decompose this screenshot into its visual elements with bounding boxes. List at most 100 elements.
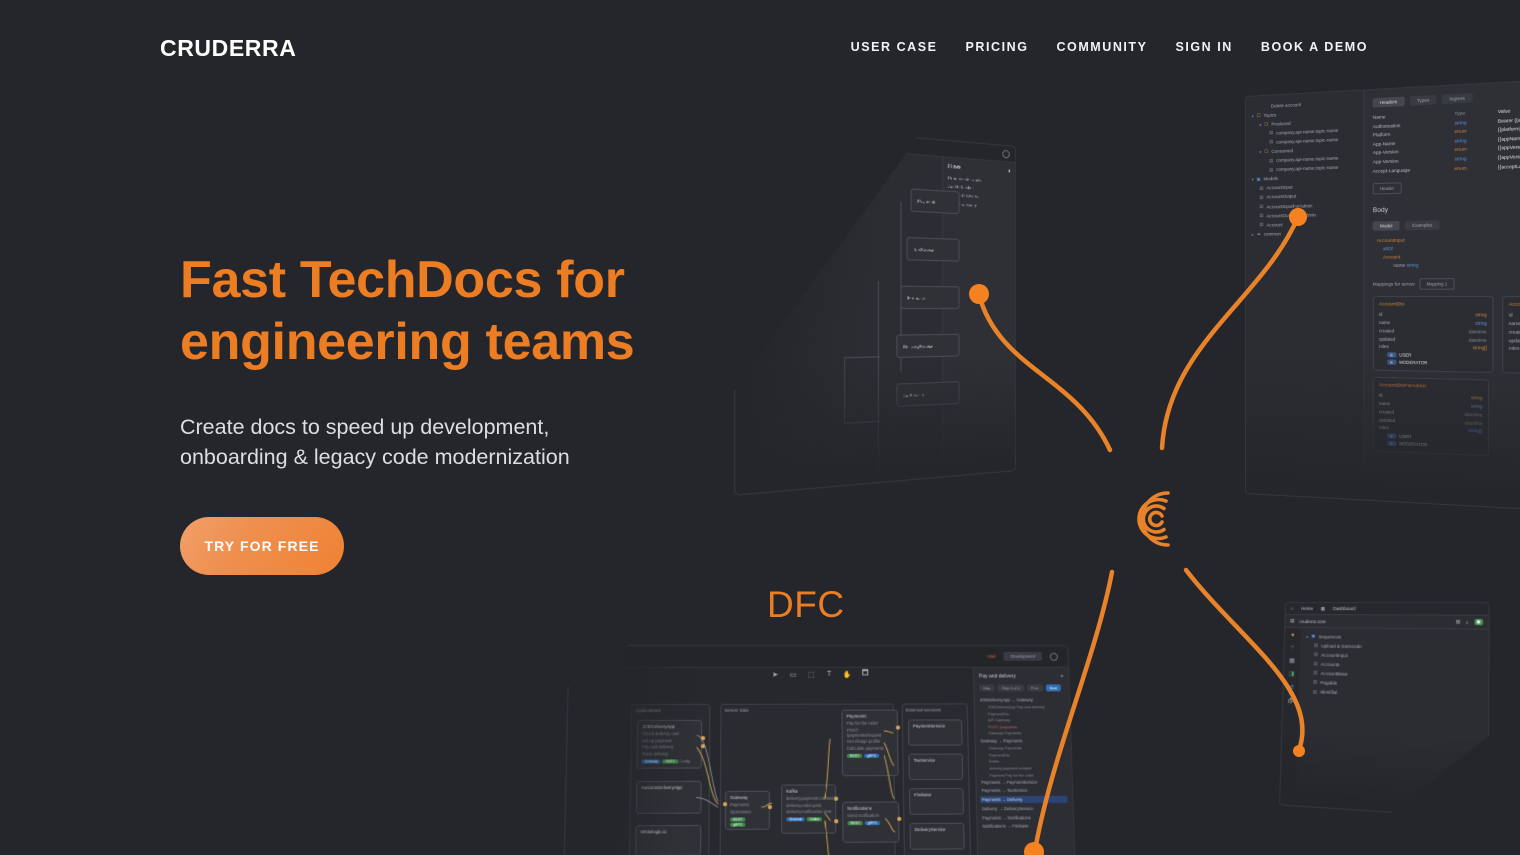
breadcrumb-home[interactable]: Home: [1301, 606, 1313, 611]
chart-icon[interactable]: ◨: [1289, 670, 1295, 677]
cursor-icon[interactable]: ✦: [1290, 632, 1295, 639]
api-tree-node[interactable]: ▤ AccountOutputForAdmin: [1252, 211, 1358, 219]
dfc-canvas[interactable]: Applications Server Side External servic…: [563, 668, 980, 855]
external-node[interactable]: TaxService: [908, 754, 963, 780]
app-node[interactable]: AutoJoeDeliveryApp: [636, 781, 702, 814]
nav-sign-in[interactable]: SIGN IN: [1176, 40, 1233, 54]
body-tab-model[interactable]: Model: [1372, 221, 1400, 231]
schema-node[interactable]: allOf: [1373, 244, 1520, 252]
schema-row: id string: [1378, 311, 1487, 318]
add-header-button[interactable]: Header: [1372, 182, 1402, 195]
api-tree-node[interactable]: ▤ company.api-name.topic-name: [1252, 154, 1358, 164]
app-node[interactable]: JOEDeliveryApp Check delivery cost Set u…: [636, 720, 702, 769]
flow-step[interactable]: JOEDeliveryApp → Gateway: [980, 697, 1065, 702]
branch-icon[interactable]: ⑂: [1291, 645, 1295, 651]
flow-list-item[interactable]: Promo code apply: [948, 175, 1011, 184]
api-tree-node[interactable]: ▤ AccountInput: [1252, 182, 1358, 191]
home-icon[interactable]: ⌂: [1291, 606, 1294, 611]
api-tree-node[interactable]: ▤ company.api-name.topic-name: [1252, 136, 1358, 147]
tree-item[interactable]: ▤ AccountInput: [1306, 652, 1482, 661]
add-flow-icon[interactable]: +: [1008, 168, 1011, 174]
window-back-icon[interactable]: [743, 128, 755, 136]
node-title: Whitelogic.io: [640, 829, 667, 835]
schema-card-right: AccountDto id name created updated roles: [1502, 296, 1520, 375]
external-node[interactable]: Firebase: [909, 788, 964, 815]
cell-type: string: [1454, 137, 1467, 144]
dfc-env-badge[interactable]: Development: [1004, 652, 1043, 661]
flow-step[interactable]: Notifications → Firebase: [982, 823, 1068, 829]
grid-icon[interactable]: ▦: [1321, 606, 1325, 612]
flow-step-selected[interactable]: Payments → Delivery: [980, 796, 1068, 803]
app-node[interactable]: Whitelogic.io: [635, 825, 701, 855]
api-tree-node[interactable]: ▤ Account: [1252, 220, 1358, 228]
tree-item[interactable]: ▤ Upload & transcode: [1306, 642, 1482, 651]
api-tree-node[interactable]: ▤ company.api-name.topic-name: [1252, 164, 1358, 174]
flow-step[interactable]: Delivery → DeliveryService: [982, 806, 1068, 811]
dfc-tab-next[interactable]: Next: [1045, 684, 1061, 691]
api-tree-node[interactable]: ▾ ▣ Models: [1252, 173, 1358, 182]
tree-item[interactable]: ▤ Accounts: [1306, 661, 1482, 671]
add-step-icon[interactable]: +: [1060, 674, 1063, 680]
external-node[interactable]: DeliveryService: [909, 823, 964, 850]
try-for-free-button[interactable]: TRY FOR FREE: [180, 516, 344, 575]
link-icon[interactable]: ⇄: [1289, 683, 1294, 690]
nav-book-a-demo[interactable]: BOOK A DEMO: [1261, 40, 1368, 54]
flow-node[interactable]: DeliveryService: [896, 334, 959, 358]
api-tree-node[interactable]: ▾ ▢ Consumed: [1252, 145, 1358, 155]
user-avatar-icon[interactable]: [1002, 149, 1009, 158]
schema-node[interactable]: AccountInput: [1373, 235, 1520, 244]
server-node[interactable]: Payments Pay for the order POST /payment…: [841, 710, 898, 777]
flow-node[interactable]: AdService: [896, 381, 959, 407]
nav-pricing[interactable]: PRICING: [966, 40, 1029, 54]
flow-step[interactable]: Payments → PaymentService: [981, 780, 1067, 785]
mapping-select[interactable]: Mapping 1: [1419, 278, 1455, 290]
nav-community[interactable]: COMMUNITY: [1056, 40, 1147, 54]
flow-step[interactable]: Payments → Notifications: [982, 815, 1068, 820]
layout-icon[interactable]: ▥: [1456, 619, 1461, 625]
cursor-tool-icon[interactable]: ➤: [770, 670, 779, 679]
tree-root[interactable]: ▾ ▣ Sequences: [1306, 633, 1482, 641]
col-type: Type: [1454, 110, 1466, 117]
flow-step[interactable]: Payments → TaxService: [982, 788, 1068, 793]
schema-row: id string: [1378, 392, 1483, 401]
flows-window-tab[interactable]: Development: [868, 138, 903, 148]
schema-node[interactable]: Account: [1373, 253, 1520, 260]
project-name[interactable]: cruderra.com: [1299, 619, 1450, 625]
nav-user-case[interactable]: USER CASE: [851, 40, 938, 54]
api-tree-node[interactable]: ▸ ☁ common: [1252, 229, 1358, 237]
cell-value: {{appVersion}}: [1497, 144, 1520, 151]
server-node[interactable]: Kafka delivery.payment.created delivery.…: [781, 784, 836, 833]
tree-item[interactable]: ▤ AccountBase: [1305, 670, 1481, 680]
tree-item[interactable]: ▤ Identifial: [1305, 689, 1482, 700]
screen-tool-icon[interactable]: 🗖: [861, 670, 870, 679]
flow-node[interactable]: Payments: [911, 189, 960, 215]
hand-tool-icon[interactable]: ✋: [843, 670, 852, 679]
user-avatar-icon[interactable]: [1050, 652, 1058, 660]
text-tool-icon[interactable]: T: [825, 670, 834, 679]
flows-canvas[interactable]: Payments TaxService Firebase DeliverySer…: [735, 141, 942, 496]
api-tree-node[interactable]: ▤ AccountOutput: [1252, 192, 1358, 201]
flow-node[interactable]: Firebase: [900, 286, 959, 309]
search-icon[interactable]: ⌕: [1466, 619, 1469, 624]
rect-tool-icon[interactable]: ▭: [789, 670, 798, 679]
api-tab-headers[interactable]: Headers: [1372, 96, 1405, 108]
grid-icon[interactable]: ▦: [1289, 657, 1295, 664]
dfc-tab-map[interactable]: Map: [979, 685, 994, 692]
publish-icon[interactable]: ▣: [1474, 619, 1483, 625]
brand-logo[interactable]: CRUDERRA: [160, 35, 296, 62]
server-node[interactable]: Notifications Send notification REST gRPC: [842, 802, 899, 843]
file-icon: ▤: [1259, 212, 1264, 218]
node-tag: Kafka: [807, 817, 822, 821]
server-node[interactable]: Gateway Payments Operations RESTgRPC: [725, 791, 770, 830]
breadcrumb-dashboard[interactable]: Dashboard: [1333, 606, 1356, 611]
frame-tool-icon[interactable]: ⬚: [807, 670, 816, 679]
window-icon[interactable]: 🗗: [1288, 697, 1294, 707]
flow-node[interactable]: TaxService: [907, 237, 960, 262]
flow-step[interactable]: Gateway → Payments: [980, 738, 1065, 743]
file-icon: ▤: [1269, 157, 1274, 163]
node-title: Gateway: [730, 794, 748, 801]
dfc-tab-prev[interactable]: Prev: [1027, 684, 1043, 691]
api-tree-node[interactable]: ▤ AccountInputForAdmin: [1252, 201, 1358, 210]
external-node[interactable]: PaymentService: [908, 719, 963, 745]
body-tab-examples[interactable]: Examples: [1404, 220, 1440, 231]
